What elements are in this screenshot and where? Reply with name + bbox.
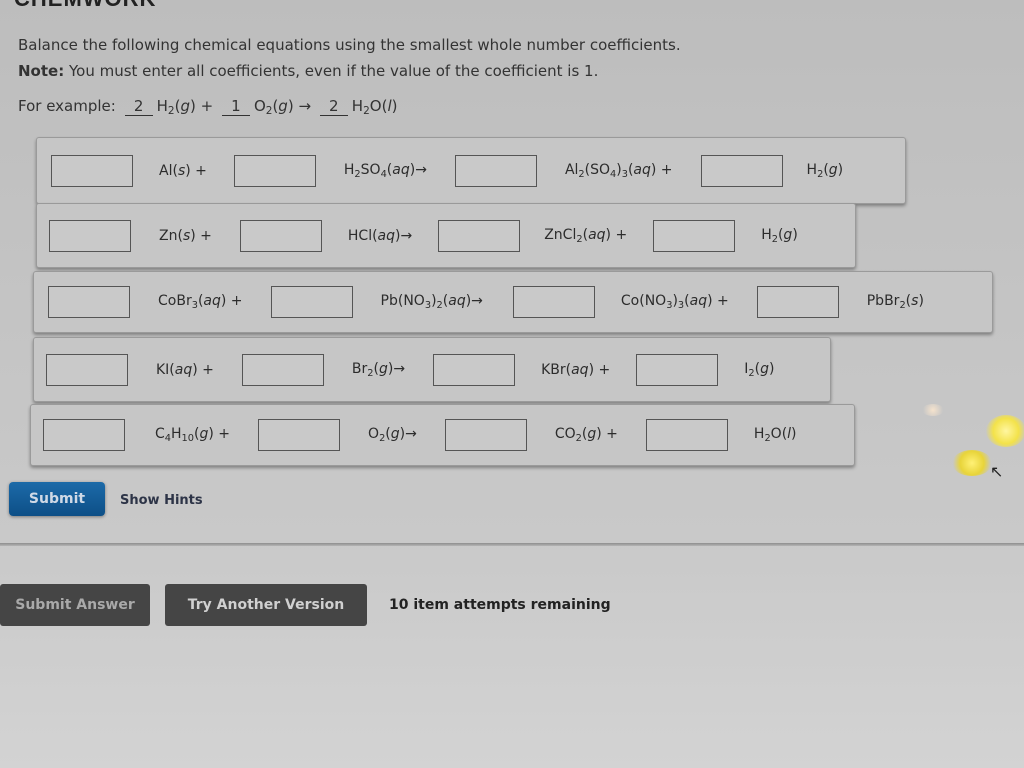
example-equation: For example: 2 H2(g) + 1 O2(g) → 2 H2O(l) <box>18 97 398 117</box>
coefficient-input-1-2[interactable] <box>233 154 316 187</box>
coefficient-input-4-1[interactable] <box>46 353 128 386</box>
app-brand: CHEMWORK <box>14 0 156 12</box>
coefficient-input-2-1[interactable] <box>49 219 131 252</box>
species-i2: I2(g) <box>744 360 775 379</box>
coefficient-input-1-3[interactable] <box>454 154 537 187</box>
equation-row-3: CoBr3(aq) + Pb(NO3)2(aq)→ Co(NO3)3(aq) +… <box>33 271 993 333</box>
species-co2: CO2(g) + <box>554 426 618 444</box>
mouse-cursor-icon: ↖ <box>990 462 1004 481</box>
equation-row-4: KI(aq) + Br2(g)→ KBr(aq) + I2(g) <box>33 337 831 402</box>
instruction-text: Balance the following chemical equations… <box>18 36 681 54</box>
coefficient-input-4-2[interactable] <box>241 353 324 386</box>
example-coef-1: 2 <box>124 97 153 116</box>
species-ki: KI(aq) + <box>156 361 214 378</box>
coefficient-input-5-4[interactable] <box>645 419 728 451</box>
example-label: For example: <box>18 97 116 115</box>
screen-glare <box>952 450 992 476</box>
species-h2so4: H2SO4(aq)→ <box>343 161 427 180</box>
coefficient-input-2-3[interactable] <box>438 219 521 252</box>
coefficient-input-4-3[interactable] <box>433 353 516 386</box>
equation-row-5: C4H10(g) + O2(g)→ CO2(g) + H2O(l) <box>30 404 855 466</box>
species-al: Al(s) + <box>159 162 207 179</box>
section-divider <box>0 543 1024 546</box>
coefficient-input-5-1[interactable] <box>43 419 125 451</box>
instructions: Balance the following chemical equations… <box>18 36 681 88</box>
species-kbr: KBr(aq) + <box>541 361 611 378</box>
species-h2: H2(g) <box>761 226 798 245</box>
coefficient-input-5-2[interactable] <box>258 419 341 451</box>
note-body: You must enter all coefficients, even if… <box>64 62 599 80</box>
species-c4h10: C4H10(g) + <box>155 426 231 444</box>
show-hints-link[interactable]: Show Hints <box>120 493 203 508</box>
species-cobr3: CoBr3(aq) + <box>158 293 243 311</box>
screen-glare <box>922 404 944 416</box>
submit-answer-button[interactable]: Submit Answer <box>0 584 150 626</box>
species-h2: H2(g) <box>806 161 844 180</box>
coefficient-input-3-1[interactable] <box>48 286 130 318</box>
species-al2so43: Al2(SO4)3(aq) + <box>564 161 673 180</box>
species-o2: O2(g)→ <box>368 426 417 444</box>
coefficient-input-3-2[interactable] <box>270 286 353 318</box>
coefficient-input-4-4[interactable] <box>636 353 719 386</box>
species-pbbr2: PbBr2(s) <box>866 293 924 311</box>
species-zncl2: ZnCl2(aq) + <box>544 226 628 245</box>
coefficient-input-1-4[interactable] <box>700 154 783 187</box>
example-coef-3: 2 <box>319 97 348 116</box>
coefficient-input-3-3[interactable] <box>512 286 595 318</box>
equation-row-2: Zn(s) + HCl(aq)→ ZnCl2(aq) + H2(g) <box>36 203 856 268</box>
species-pbno32: Pb(NO3)2(aq)→ <box>380 293 483 311</box>
species-h2o: H2O(l) <box>753 426 797 444</box>
try-another-version-button[interactable]: Try Another Version <box>165 584 367 626</box>
species-hcl: HCl(aq)→ <box>347 227 413 244</box>
attempts-remaining: 10 item attempts remaining <box>389 597 611 613</box>
coefficient-input-5-3[interactable] <box>444 419 527 451</box>
species-zn: Zn(s) + <box>159 227 212 244</box>
note-text: Note: You must enter all coefficients, e… <box>18 62 681 80</box>
equation-row-1: Al(s) + H2SO4(aq)→ Al2(SO4)3(aq) + H2(g) <box>36 137 906 204</box>
coefficient-input-2-4[interactable] <box>653 219 736 252</box>
coefficient-input-2-2[interactable] <box>239 219 322 252</box>
note-label: Note: <box>18 62 65 80</box>
coefficient-input-1-1[interactable] <box>51 154 133 187</box>
species-cono33: Co(NO3)3(aq) + <box>620 293 729 311</box>
screen-glare <box>986 415 1024 447</box>
submit-button[interactable]: Submit <box>9 482 105 516</box>
coefficient-input-3-4[interactable] <box>756 286 839 318</box>
species-br2: Br2(g)→ <box>351 360 406 379</box>
example-coef-2: 1 <box>221 97 250 116</box>
